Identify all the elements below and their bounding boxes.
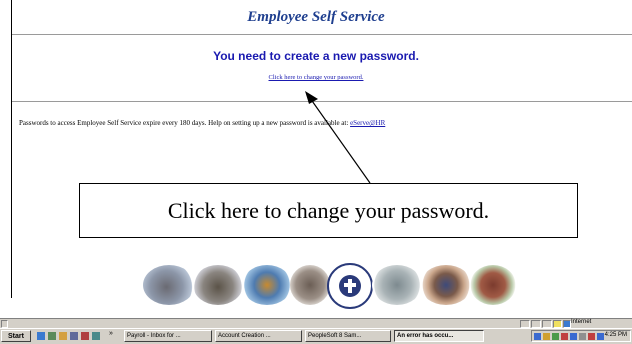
tray-icon[interactable] <box>561 333 568 340</box>
change-password-link[interactable]: Click here to change your password. <box>0 74 632 81</box>
taskbar-button-label: Account Creation ... <box>218 333 271 339</box>
campus-photo-3 <box>242 265 292 305</box>
password-info-text: Passwords to access Employee Self Servic… <box>19 119 349 127</box>
status-cell <box>542 320 552 328</box>
university-seal-icon <box>327 263 373 309</box>
globe-icon <box>563 320 571 328</box>
security-zone-label: Internet <box>571 319 592 325</box>
tray-icon[interactable] <box>534 333 541 340</box>
page-left-border <box>11 0 12 298</box>
taskbar-button[interactable]: Account Creation ... <box>215 330 302 342</box>
campus-photo-5 <box>372 265 422 305</box>
clock[interactable]: 4:25 PM <box>605 332 627 338</box>
tray-icon[interactable] <box>597 333 604 340</box>
divider <box>12 34 632 35</box>
app-icon[interactable] <box>70 332 78 340</box>
taskbar-button-label: An error has occu... <box>397 333 454 339</box>
taskbar-button[interactable]: Payroll - Inbox for ... <box>124 330 212 342</box>
divider <box>12 101 632 102</box>
status-icon <box>1 320 8 328</box>
taskbar-button-label: PeopleSoft 8 Sam... <box>308 333 362 339</box>
password-info: Passwords to access Employee Self Servic… <box>19 119 385 127</box>
campus-photo-6 <box>420 265 472 305</box>
eserve-link[interactable]: eServe@HR <box>350 119 385 127</box>
start-button-label: Start <box>8 333 24 340</box>
outlook-icon[interactable] <box>59 332 67 340</box>
tray-icon[interactable] <box>588 333 595 340</box>
campus-photo-2 <box>193 265 243 305</box>
taskbar-button-active[interactable]: An error has occu... <box>394 330 484 342</box>
start-button[interactable]: Start <box>1 330 31 342</box>
campus-photo-4 <box>290 265 330 305</box>
page-title: Employee Self Service <box>247 9 385 25</box>
app-icon[interactable] <box>92 332 100 340</box>
taskbar-button[interactable]: PeopleSoft 8 Sam... <box>305 330 391 342</box>
system-tray: 4:25 PM <box>531 330 631 342</box>
lock-icon <box>553 320 562 328</box>
taskbar-button-label: Payroll - Inbox for ... <box>127 333 181 339</box>
password-headline: You need to create a new password. <box>213 49 419 63</box>
desktop-icon[interactable] <box>48 332 56 340</box>
ie-icon[interactable] <box>37 332 45 340</box>
tray-icon[interactable] <box>543 333 550 340</box>
browser-status-bar: Internet <box>0 318 632 328</box>
callout-box: Click here to change your password. <box>79 183 578 238</box>
tray-icon[interactable] <box>579 333 586 340</box>
windows-taskbar: Start » Payroll - Inbox for ... Account … <box>0 328 632 344</box>
app-icon[interactable] <box>81 332 89 340</box>
callout-text: Click here to change your password. <box>167 197 490 223</box>
more-quicklaunch-chevron[interactable]: » <box>109 330 113 337</box>
campus-photo-7 <box>470 265 516 305</box>
tray-icon[interactable] <box>570 333 577 340</box>
status-cell <box>531 320 541 328</box>
status-cell <box>520 320 530 328</box>
campus-photo-1 <box>143 265 195 305</box>
tray-icon[interactable] <box>552 333 559 340</box>
